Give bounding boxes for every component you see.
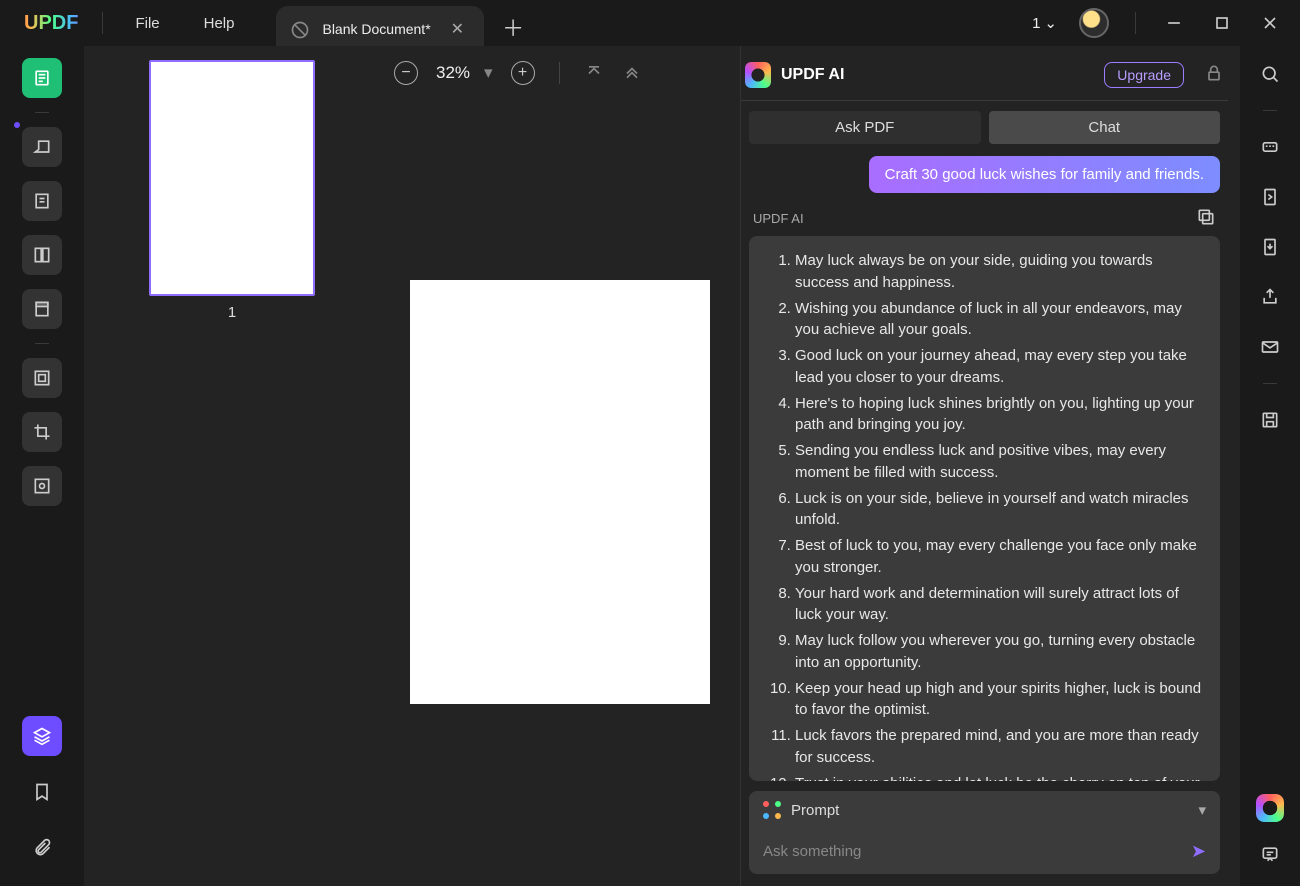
prompt-label: Prompt [791, 802, 839, 819]
search-icon[interactable] [1256, 60, 1284, 88]
attachment-tool[interactable] [22, 828, 62, 868]
maximize-button[interactable] [1202, 8, 1242, 38]
chevron-down-icon: ⌄ [1044, 14, 1057, 32]
separator [1263, 383, 1277, 384]
app-logo: UPDF [10, 12, 92, 35]
thumbnail-page-number: 1 [228, 304, 236, 321]
ai-response-item: Luck is on your side, believe in yoursel… [795, 488, 1202, 532]
first-page-button[interactable] [584, 61, 604, 86]
separator [1263, 110, 1277, 111]
separator [35, 343, 49, 344]
ai-header: UPDF AI Upgrade [741, 52, 1228, 98]
zoom-dropdown[interactable]: 32% ▾ [436, 63, 493, 83]
ai-response-item: May luck follow you wherever you go, tur… [795, 630, 1202, 674]
separator [559, 62, 560, 84]
upgrade-button[interactable]: Upgrade [1104, 62, 1184, 88]
ai-ring-icon[interactable] [1256, 794, 1284, 822]
ai-response-item: Good luck on your journey ahead, may eve… [795, 345, 1202, 389]
zoom-in-button[interactable]: + [511, 61, 535, 85]
divider [102, 12, 103, 34]
page-tool[interactable] [22, 289, 62, 329]
tab-title: Blank Document* [322, 21, 430, 37]
close-tab-icon[interactable]: ✕ [445, 19, 470, 39]
close-window-button[interactable] [1250, 8, 1290, 38]
ask-pdf-tab[interactable]: Ask PDF [749, 111, 981, 144]
ask-input[interactable] [763, 843, 1191, 860]
chat-tab[interactable]: Chat [989, 111, 1221, 144]
share-icon[interactable] [1256, 283, 1284, 311]
divider [741, 100, 1228, 101]
prev-page-button[interactable] [622, 61, 642, 86]
crop-tool[interactable] [22, 412, 62, 452]
document-page[interactable] [410, 280, 710, 704]
chat-icon[interactable] [1256, 840, 1284, 868]
window-count: 1 [1032, 15, 1040, 32]
divider [1135, 12, 1136, 34]
user-message-bubble: Craft 30 good luck wishes for family and… [869, 156, 1220, 193]
redact-tool[interactable] [22, 466, 62, 506]
titlebar: UPDF File Help Blank Document* ✕ ＋ 1 ⌄ [0, 0, 1300, 46]
ai-response-body: May luck always be on your side, guiding… [749, 236, 1220, 781]
ai-response-item: May luck always be on your side, guiding… [795, 250, 1202, 294]
active-indicator-dot [14, 122, 20, 128]
minimize-button[interactable] [1154, 8, 1194, 38]
tools-tool[interactable] [22, 358, 62, 398]
ai-response-item: Here's to hoping luck shines brightly on… [795, 393, 1202, 437]
page-thumbnail[interactable] [149, 60, 315, 296]
bookmark-tool[interactable] [22, 772, 62, 812]
organize-tool[interactable] [22, 235, 62, 275]
prompt-dropdown[interactable]: Prompt ▾ [749, 791, 1220, 829]
ask-input-row: ➤ [749, 829, 1220, 874]
zoom-out-button[interactable]: − [394, 61, 418, 85]
left-toolbar [0, 46, 84, 886]
copy-icon[interactable] [1196, 207, 1216, 230]
file-menu[interactable]: File [113, 9, 181, 38]
ai-response-label: UPDF AI [753, 211, 804, 226]
ai-response-item: Best of luck to you, may every challenge… [795, 535, 1202, 579]
edit-tool[interactable] [22, 181, 62, 221]
ai-logo-icon [745, 62, 771, 88]
zoom-value: 32% [436, 63, 470, 83]
zoom-toolbar: − 32% ▾ + [380, 46, 740, 100]
ai-panel: UPDF AI Upgrade Ask PDF Chat Craft 30 go… [740, 46, 1240, 886]
window-count-dropdown[interactable]: 1 ⌄ [1026, 14, 1063, 32]
help-menu[interactable]: Help [182, 9, 257, 38]
prompt-icon [763, 801, 781, 819]
comment-tool[interactable] [22, 127, 62, 167]
convert-icon[interactable] [1256, 183, 1284, 211]
layers-tool[interactable] [22, 716, 62, 756]
document-icon [290, 20, 308, 38]
compress-icon[interactable] [1256, 233, 1284, 261]
user-avatar[interactable] [1079, 8, 1109, 38]
send-button[interactable]: ➤ [1191, 841, 1206, 862]
save-icon[interactable] [1256, 406, 1284, 434]
ocr-icon[interactable] [1256, 133, 1284, 161]
ai-response-item: Keep your head up high and your spirits … [795, 678, 1202, 722]
ai-response-list: May luck always be on your side, guiding… [767, 250, 1202, 781]
separator [35, 112, 49, 113]
lock-icon[interactable] [1204, 63, 1224, 88]
ai-response-item: Sending you endless luck and positive vi… [795, 440, 1202, 484]
chevron-down-icon: ▾ [484, 63, 493, 83]
thumbnail-panel: 1 [84, 46, 380, 886]
ai-response-item: Trust in your abilities and let luck be … [795, 773, 1202, 782]
chevron-down-icon: ▾ [1198, 801, 1206, 819]
canvas-area: − 32% ▾ + [380, 46, 740, 886]
email-icon[interactable] [1256, 333, 1284, 361]
ai-tabs: Ask PDF Chat [741, 111, 1228, 156]
right-toolbar [1240, 46, 1300, 886]
ai-response-item: Wishing you abundance of luck in all you… [795, 298, 1202, 342]
new-tab-button[interactable]: ＋ [484, 11, 542, 43]
ai-panel-title: UPDF AI [781, 66, 844, 84]
ai-response-header: UPDF AI [741, 207, 1228, 236]
ai-response-item: Your hard work and determination will su… [795, 583, 1202, 627]
reader-tool[interactable] [22, 58, 62, 98]
ai-response-item: Luck favors the prepared mind, and you a… [795, 725, 1202, 769]
